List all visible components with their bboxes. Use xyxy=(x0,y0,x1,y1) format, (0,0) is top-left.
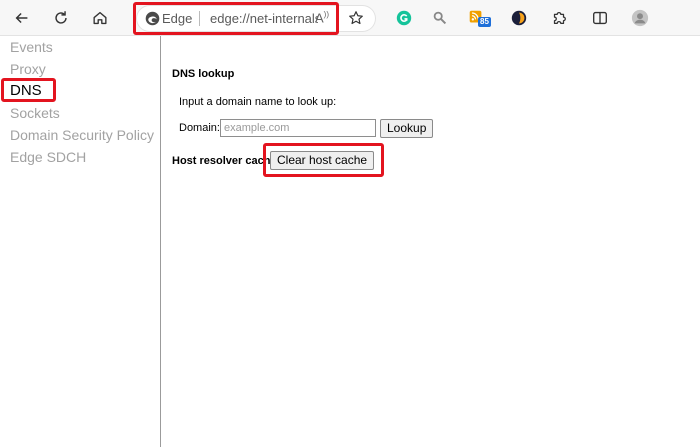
refresh-button[interactable] xyxy=(47,4,75,32)
dns-panel: DNS lookup Input a domain name to look u… xyxy=(162,36,700,447)
refresh-icon xyxy=(55,11,67,24)
favorite-star-icon xyxy=(349,11,363,25)
host-resolver-label: Host resolver cache: xyxy=(172,155,277,167)
sidebar-item-events[interactable]: Events xyxy=(10,39,53,55)
back-icon xyxy=(15,12,28,24)
read-aloud-label: A xyxy=(315,10,324,26)
sidebar-item-proxy[interactable]: Proxy xyxy=(10,61,46,77)
extensions-menu-button[interactable] xyxy=(545,4,573,32)
search-extension-button[interactable] xyxy=(426,4,454,32)
read-aloud-icon[interactable]: A)) xyxy=(315,10,329,25)
address-separator xyxy=(199,11,200,26)
back-button[interactable] xyxy=(8,4,36,32)
favorites-button[interactable] xyxy=(342,4,370,32)
grammarly-icon xyxy=(396,10,412,26)
domain-label: Domain: xyxy=(179,122,220,134)
extension-button[interactable] xyxy=(505,4,533,32)
extension-icon xyxy=(511,10,527,26)
sidebar-item-sockets[interactable]: Sockets xyxy=(10,105,60,121)
address-bar[interactable]: Edge edge://net-internals/#dns A)) xyxy=(136,5,376,32)
sidebar-item-dns[interactable]: DNS xyxy=(10,82,42,99)
split-screen-button[interactable] xyxy=(586,4,614,32)
sidebar-item-domain-security-policy[interactable]: Domain Security Policy xyxy=(10,127,154,143)
edge-logo-icon xyxy=(145,11,160,26)
sidebar-nav: Events Proxy DNS Sockets Domain Security… xyxy=(0,36,161,447)
address-label: Edge xyxy=(162,11,193,26)
extension-badge: 85 xyxy=(478,17,491,27)
profile-avatar-icon xyxy=(631,9,649,27)
home-icon xyxy=(93,11,107,25)
browser-toolbar: Edge edge://net-internals/#dns A)) 85 xyxy=(0,0,700,36)
split-screen-icon xyxy=(593,11,607,25)
sidebar-item-edge-sdch[interactable]: Edge SDCH xyxy=(10,149,86,165)
profile-button[interactable] xyxy=(626,4,654,32)
address-url[interactable]: edge://net-internals/#dns xyxy=(210,11,318,26)
clear-host-cache-button[interactable]: Clear host cache xyxy=(270,151,375,170)
grammarly-button[interactable] xyxy=(390,4,418,32)
dns-lookup-title: DNS lookup xyxy=(172,68,235,80)
domain-input[interactable] xyxy=(220,119,376,137)
home-button[interactable] xyxy=(86,4,114,32)
puzzle-icon xyxy=(553,11,566,25)
search-extension-icon xyxy=(433,11,447,25)
lookup-button[interactable]: Lookup xyxy=(380,119,434,138)
dns-lookup-instruction: Input a domain name to look up: xyxy=(179,96,337,108)
